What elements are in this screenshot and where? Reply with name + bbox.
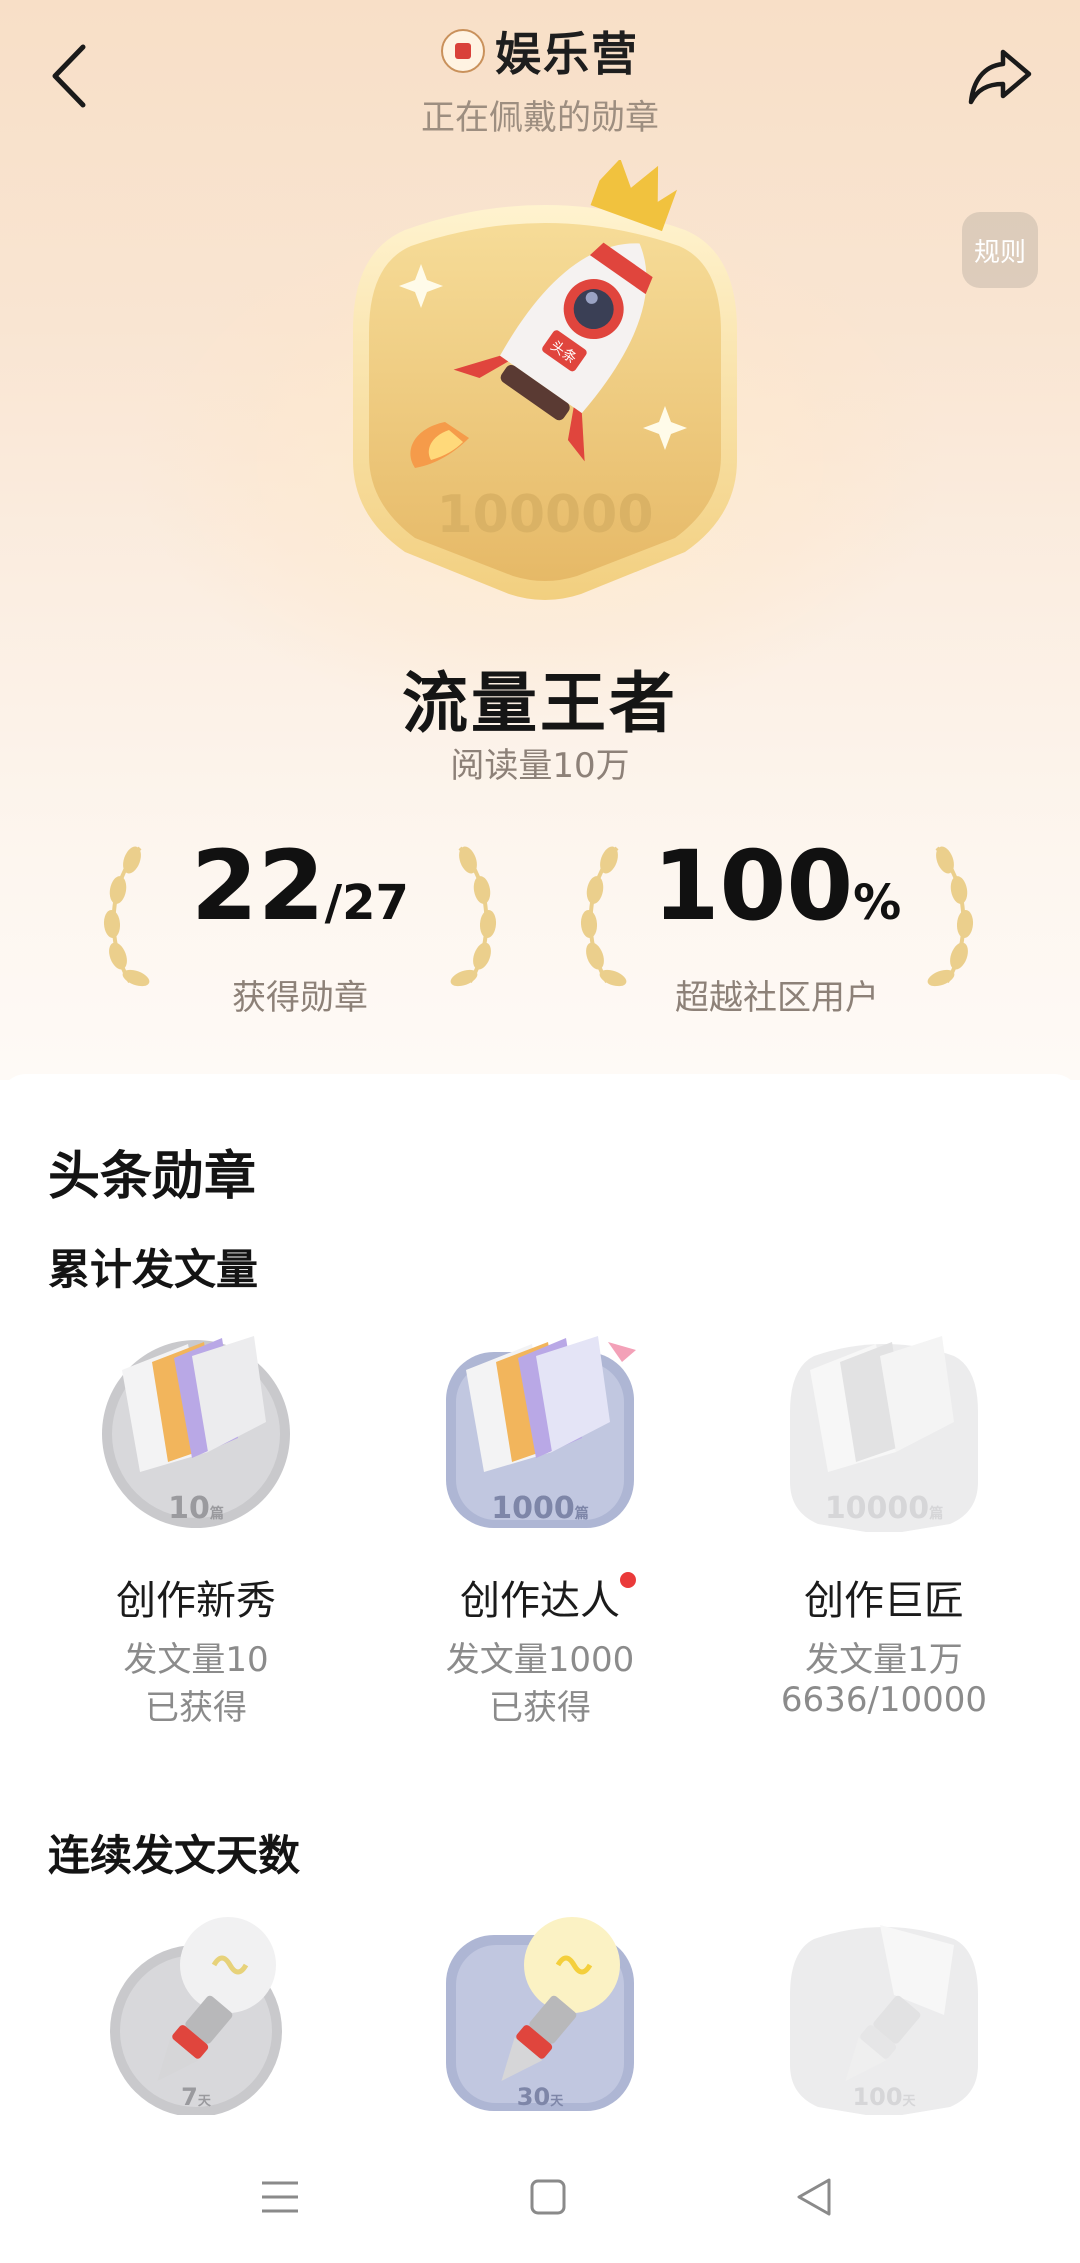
nav-menu-button[interactable] [240,2162,320,2232]
earned-count-total: /27 [324,875,409,931]
camp-logo-icon [441,29,485,73]
system-nav-bar [0,2132,1080,2263]
book-medal-icon: 1000篇 [446,1336,636,1528]
laurel-right-icon [450,846,497,987]
medal-requirement: 发文量1000 [445,1640,635,1680]
surpass-label: 超越社区用户 [675,978,879,1018]
medal-unit: 篇 [928,1505,943,1522]
rules-button[interactable]: 规则 [962,212,1038,288]
svg-text:1000篇: 1000篇 [491,1491,589,1526]
earned-medals-stat: 22/27 获得勋章 [90,830,510,1030]
medal-name: 创作达人 [460,1578,620,1624]
medal-requirement: 发文量1万 [805,1640,963,1680]
triangle-back-icon [797,2178,831,2216]
worn-badge-description: 阅读量10万 [450,746,630,786]
medal-unit: 天 [550,2094,564,2109]
bulb-pen-medal-icon: 7天 [110,1917,282,2115]
group-title-streak: 连续发文天数 [48,1831,301,1880]
page-title-text: 娱乐营 [495,27,639,81]
hero-section: 娱乐营 正在佩戴的勋章 规则 头条 100000 流量王者 阅读量10万 22/… [0,0,1080,1080]
worn-badge-name: 流量王者 [402,665,678,742]
medal-number: 30 [517,2083,550,2111]
earned-count: 22/27 [90,830,510,942]
svg-text:10000篇: 10000篇 [825,1491,943,1526]
medal-unit: 篇 [574,1505,589,1522]
bulb-pen-medal-icon: 30天 [446,1917,634,2111]
new-badge-dot [620,1572,636,1588]
square-home-icon [530,2179,566,2215]
medal-number: 10000 [825,1491,929,1526]
medal-number: 10 [168,1491,210,1526]
medal-status: 已获得 [489,1688,591,1728]
medal-page: 娱乐营 正在佩戴的勋章 规则 头条 100000 流量王者 阅读量10万 22/… [0,0,1080,2263]
badge-number: 100000 [436,485,653,545]
medal-name: 创作巨匠 [804,1578,964,1624]
surpass-value-number: 100 [652,830,854,942]
medal-progress: 6636/10000 [780,1680,988,1720]
laurel-right-icon [927,846,974,987]
earned-label: 获得勋章 [232,978,368,1018]
surpass-users-stat: 100% 超越社区用户 [567,830,987,1030]
medal-number: 1000 [491,1491,575,1526]
medal-unit: 天 [903,2094,917,2109]
earned-count-value: 22 [191,830,325,942]
page-subtitle: 正在佩戴的勋章 [421,98,659,138]
medal-status: 已获得 [145,1688,247,1728]
nav-home-button[interactable] [508,2162,588,2232]
medal-requirement: 发文量10 [123,1640,269,1680]
book-medal-icon: 10000篇 [790,1336,978,1532]
share-icon [968,49,1032,105]
medal-number: 100 [852,2083,902,2111]
share-button[interactable] [960,36,1040,116]
nav-back-button[interactable] [774,2162,854,2232]
medal-unit: 天 [198,2094,212,2109]
bulb-pen-medal-icon: 100天 [790,1925,978,2115]
medal-number: 7 [181,2083,198,2111]
surpass-value: 100% [567,830,987,942]
book-medal-icon: 10篇 [102,1336,290,1528]
group-title-articles: 累计发文量 [48,1245,259,1294]
section-title: 头条勋章 [48,1147,257,1207]
page-title: 娱乐营 [0,18,1080,84]
surpass-value-unit: % [853,875,902,931]
rocket-badge-icon: 头条 100000 [353,160,737,600]
medal-name: 创作新秀 [116,1578,276,1624]
menu-icon [262,2181,298,2213]
medal-unit: 篇 [209,1505,224,1522]
